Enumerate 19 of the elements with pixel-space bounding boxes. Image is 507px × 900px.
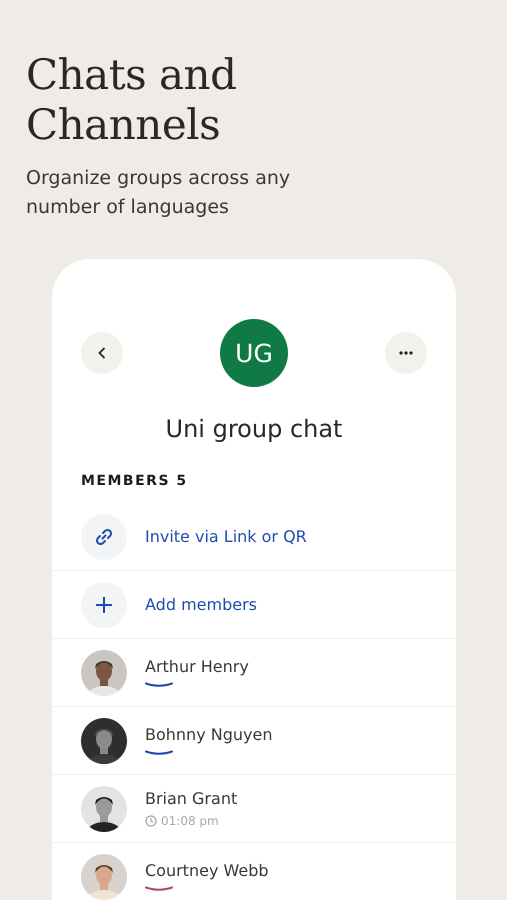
back-button[interactable] [81,332,123,374]
member-name: Brian Grant [145,789,238,808]
member-name: Arthur Henry [145,657,249,676]
headline: Chats and Channels [26,50,238,150]
chat-title: Uni group chat [164,415,344,443]
member-name: Courtney Webb [145,861,269,880]
link-icon [94,526,114,546]
action-link[interactable]: Invite via Link or QR [145,527,307,546]
last-seen-time: 01:08 pm [161,814,219,828]
more-button[interactable] [385,332,427,374]
subtitle: Organize groups across any number of languages [26,166,292,220]
plus-icon [95,596,113,614]
clock-icon [145,815,157,827]
group-avatar: UG [220,319,288,387]
more-icon [399,351,413,355]
members-heading: MEMBERS 5 [81,473,189,489]
action-link[interactable]: Add members [145,595,257,614]
member-name: Bohnny Nguyen [145,725,272,744]
back-icon [98,347,106,359]
